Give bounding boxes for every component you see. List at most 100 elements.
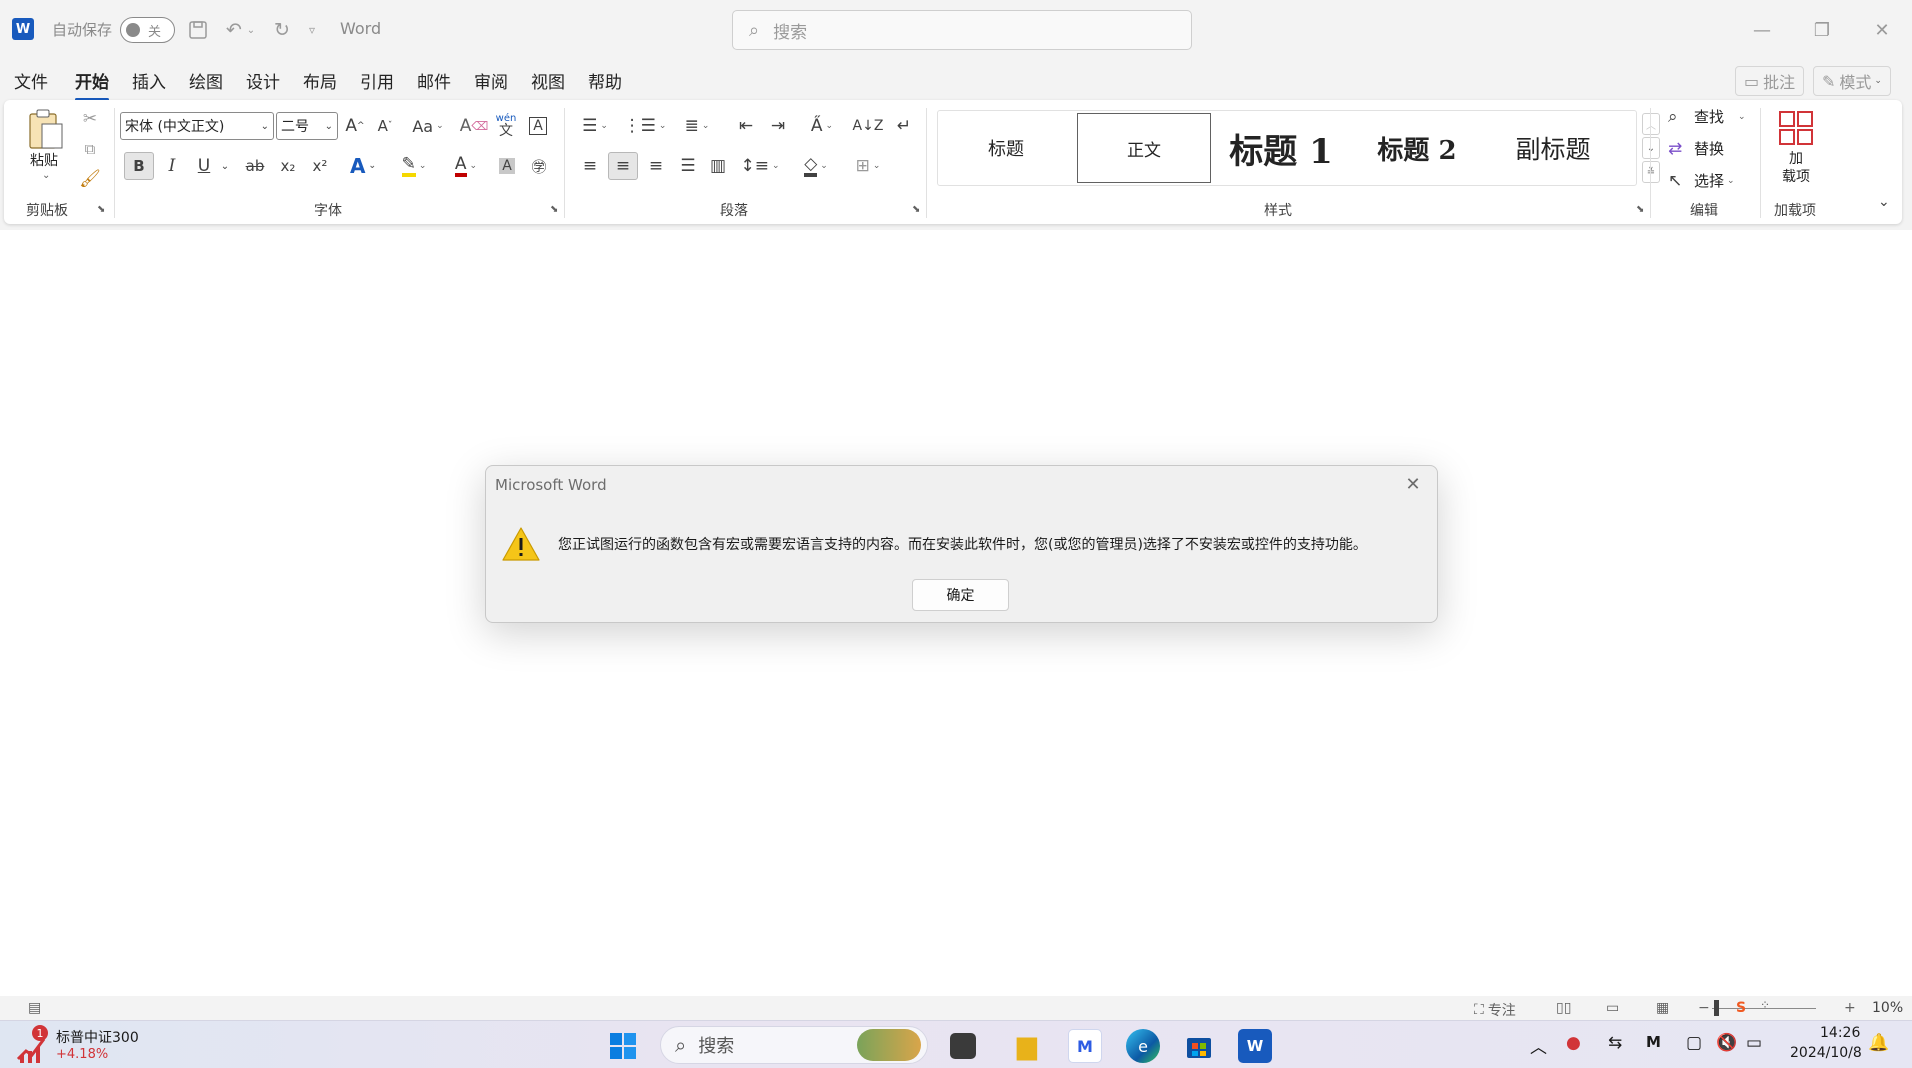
tab-insert[interactable]: 插入 [132,68,166,93]
zoom-out-button[interactable]: − [1698,1000,1710,1016]
clock-time[interactable]: 14:26 [1820,1025,1860,1041]
web-layout-icon[interactable]: ▦ [1656,1000,1669,1016]
tab-view[interactable]: 视图 [531,68,565,93]
dialog-close-button[interactable]: ✕ [1399,472,1427,496]
gallery-more-icon[interactable]: ≚ [1642,161,1660,183]
character-shading-icon[interactable]: A [494,152,520,180]
underline-dropdown-icon[interactable]: ⌄ [218,152,232,180]
superscript-button[interactable]: x² [306,152,334,180]
sort-icon[interactable]: A↓Z [853,112,884,140]
paste-icon[interactable] [22,106,70,154]
zoom-level[interactable]: 10% [1872,1000,1903,1016]
clear-formatting-icon[interactable]: A ⌫ [460,112,489,140]
clipboard-launcher-icon[interactable]: ⬊ [97,204,105,215]
align-left-icon[interactable]: ≡ [576,152,604,180]
style-title[interactable]: 标题 [940,113,1072,183]
undo-dropdown-icon[interactable]: ⌄ [244,16,258,44]
style-normal[interactable]: 正文 [1077,113,1211,183]
tab-layout[interactable]: 布局 [303,68,337,93]
volume-muted-icon[interactable]: 🔇 [1716,1033,1737,1053]
edge-browser-icon[interactable]: e [1126,1029,1160,1063]
accessibility-icon[interactable]: ▤ [28,1000,41,1016]
find-button[interactable]: ⌕ 查找 ⌄ [1668,106,1746,127]
tab-home[interactable]: 开始 [75,68,109,101]
taskbar-search[interactable]: ⌕ 搜索 [660,1026,928,1064]
ok-button[interactable]: 确定 [912,579,1009,611]
minimize-button[interactable]: — [1742,14,1782,46]
close-button[interactable]: ✕ [1862,14,1902,46]
font-color-icon[interactable]: A ⌄ [444,152,488,180]
sync-icon[interactable]: ⇆ [1608,1033,1622,1053]
style-subtitle[interactable]: 副标题 [1486,113,1620,183]
strikethrough-button[interactable]: ab [240,152,270,180]
highlight-color-icon[interactable]: ✎ ⌄ [392,152,436,180]
start-button[interactable] [606,1029,640,1063]
battery-icon[interactable]: ▭ [1746,1033,1762,1053]
qq-icon[interactable]: ● [1566,1033,1581,1053]
zoom-in-button[interactable]: + [1844,1000,1856,1016]
print-layout-icon[interactable]: ▭ [1606,1000,1619,1016]
paste-dropdown-icon[interactable]: ⌄ [42,170,50,181]
italic-button[interactable]: I [158,152,186,180]
distributed-icon[interactable]: ▥ [704,152,732,180]
addins-icon[interactable] [1774,106,1818,150]
collapse-ribbon-icon[interactable]: ⌄ [1878,194,1890,210]
file-explorer-icon[interactable]: ▆ [1010,1029,1044,1063]
increase-indent-icon[interactable]: ⇥ [764,112,792,140]
store-icon[interactable] [1182,1029,1216,1063]
tab-help[interactable]: 帮助 [588,68,622,93]
subscript-button[interactable]: x₂ [274,152,302,180]
tab-design[interactable]: 设计 [246,68,280,93]
chinese-layout-icon[interactable]: A̋ ⌄ [800,112,844,140]
sogou-ime-icon[interactable]: S [1736,998,1756,1018]
restore-button[interactable]: ❐ [1802,14,1842,46]
tab-draw[interactable]: 绘图 [189,68,223,93]
cut-icon[interactable]: ✂ [76,106,104,132]
borders-icon[interactable]: ⊞ ⌄ [846,152,890,180]
select-button[interactable]: ↖ 选择 ⌄ [1668,170,1735,191]
copy-icon[interactable]: ⧉ [76,136,104,162]
tab-review[interactable]: 审阅 [474,68,508,93]
grow-font-icon[interactable]: A ^ [342,112,368,140]
bullets-icon[interactable]: ☰ ⌄ [574,112,616,140]
tab-file[interactable]: 文件 [14,68,48,93]
styles-launcher-icon[interactable]: ⬊ [1636,204,1644,215]
tab-references[interactable]: 引用 [360,68,394,93]
character-border-icon[interactable]: A [524,112,552,140]
decrease-indent-icon[interactable]: ⇤ [732,112,760,140]
addins-label[interactable]: 加 载项 [1774,150,1818,186]
shading-icon[interactable]: ◇ ⌄ [794,152,838,180]
align-right-icon[interactable]: ≡ [642,152,670,180]
gallery-scroll-up-icon[interactable]: ︿ [1642,113,1660,135]
redo-icon[interactable]: ↻ [268,16,296,44]
text-effects-icon[interactable]: A ⌄ [342,152,384,180]
change-case-button[interactable]: Aa ⌄ [406,112,450,140]
style-heading-1[interactable]: 标题 1 [1214,113,1348,183]
phonetic-guide-icon[interactable]: wén 文 [492,112,520,140]
style-heading-2[interactable]: 标题 2 [1350,113,1484,183]
tab-mailings[interactable]: 邮件 [417,68,451,93]
ime-option-icon[interactable]: ⁘ [1760,998,1770,1012]
customize-qat-icon[interactable]: ▿ [302,16,322,44]
zoom-slider-thumb[interactable] [1714,1000,1719,1016]
show-hidden-icons-icon[interactable]: ︿ [1530,1033,1547,1058]
network-icon[interactable]: ▢ [1686,1033,1702,1053]
app-m-icon[interactable]: M [1068,1029,1102,1063]
tray-m-icon[interactable]: M [1646,1033,1661,1051]
font-name-select[interactable]: 宋体 (中文正文) ⌄ [120,112,274,140]
notification-bell-icon[interactable]: 🔔 [1868,1033,1889,1053]
read-mode-icon[interactable]: ▯▯ [1556,1000,1571,1016]
word-app-icon[interactable]: W [12,18,34,40]
paste-label[interactable]: 粘贴 [30,150,58,170]
gallery-scroll-down-icon[interactable]: ⌄ [1642,137,1660,159]
numbering-icon[interactable]: ⋮☰ ⌄ [624,112,667,140]
font-launcher-icon[interactable]: ⬊ [550,204,558,215]
search-input[interactable]: ⌕ 搜索 [732,10,1192,50]
word-taskbar-icon[interactable]: W [1238,1029,1272,1063]
focus-button[interactable]: ⛶ 专注 [1474,1000,1516,1020]
enclose-characters-icon[interactable]: ㊫ [526,152,552,180]
stock-name[interactable]: 标普中证300 [56,1027,139,1047]
format-painter-icon[interactable]: 🖌 [76,166,104,192]
paragraph-launcher-icon[interactable]: ⬊ [912,204,920,215]
autosave-toggle[interactable]: 关 [120,17,175,43]
